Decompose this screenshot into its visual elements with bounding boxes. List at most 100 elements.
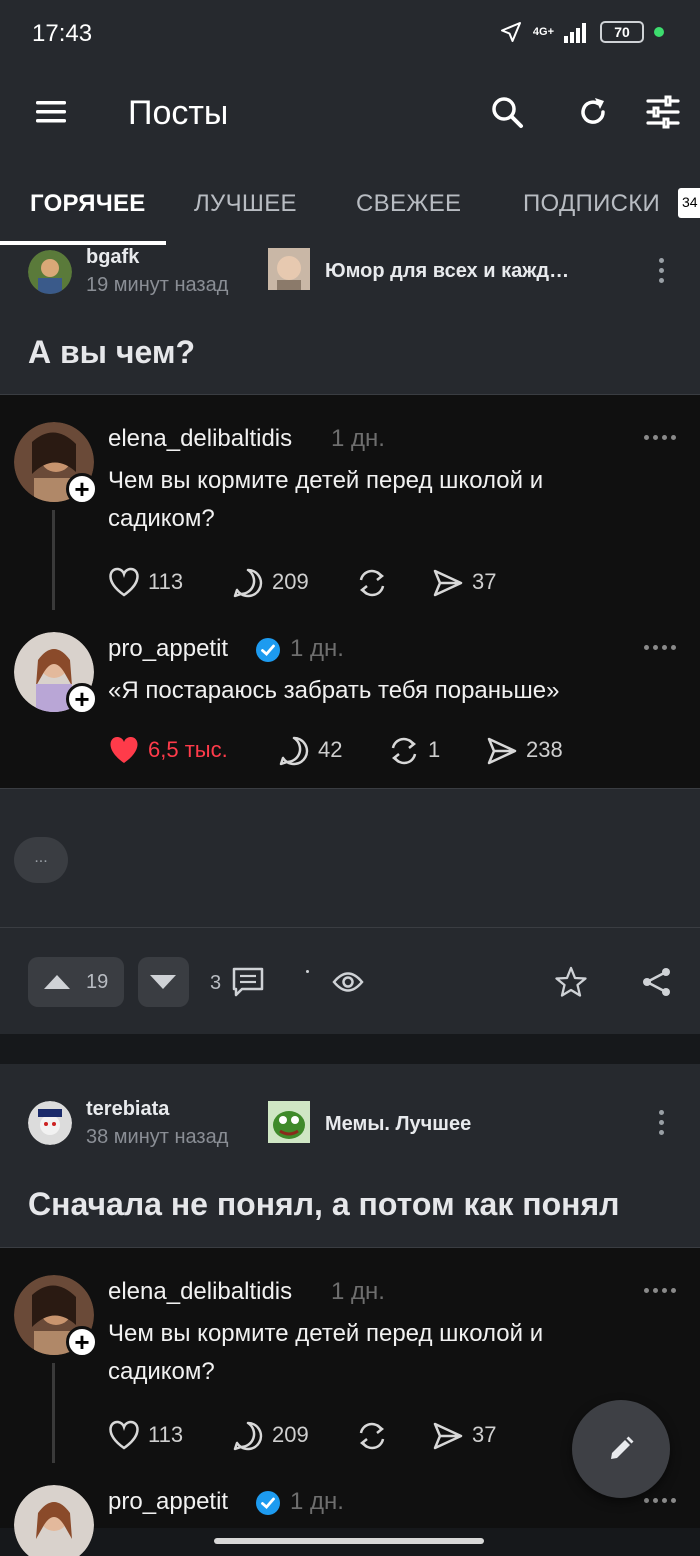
post-header: terebiata 38 минут назад Мемы. Лучшее Сн… [0, 1064, 700, 1247]
tab-fresh[interactable]: СВЕЖЕЕ [356, 190, 461, 218]
repost-count: 1 [428, 737, 441, 762]
thread-username: elena_delibaltidis [108, 1278, 293, 1305]
refresh-icon[interactable] [576, 95, 610, 129]
search-icon[interactable] [490, 95, 524, 129]
like-count: 113 [148, 1422, 184, 1447]
share-icon[interactable] [641, 966, 673, 998]
filter-sliders-icon[interactable] [646, 95, 680, 129]
eye-icon[interactable] [332, 971, 364, 993]
thread-more-icon [644, 1288, 676, 1293]
thread-time: 1 дн. [290, 635, 344, 662]
comment-icon [233, 1421, 263, 1451]
comments-count: 3 [210, 972, 222, 994]
share-send-icon [487, 737, 517, 765]
comment-icon [279, 736, 309, 766]
post-image[interactable]: + elena_delibaltidis 1 дн. Чем вы кормит… [0, 395, 700, 788]
heart-icon [109, 567, 139, 597]
post-more-menu[interactable] [659, 258, 664, 283]
status-icons: 4G+ 70 [499, 20, 664, 44]
heart-filled-icon [110, 736, 138, 763]
follow-plus-icon: + [66, 1326, 98, 1358]
user-avatar [14, 1485, 94, 1556]
tab-subscriptions[interactable]: ПОДПИСКИ [523, 190, 660, 218]
thread-line [52, 1363, 55, 1463]
post-more-area: ... [0, 789, 700, 927]
privacy-dot [654, 27, 664, 37]
post-title[interactable]: Сначала не понял, а потом как понял [28, 1186, 619, 1223]
star-icon[interactable] [555, 966, 587, 998]
share-count: 238 [526, 737, 563, 762]
comment-icon [233, 568, 263, 598]
battery-indicator: 70 [600, 21, 644, 43]
share-send-icon [433, 1422, 463, 1450]
comment-count: 209 [272, 569, 309, 594]
share-count: 37 [472, 569, 497, 594]
comment-count: 209 [272, 1422, 309, 1447]
downvote-button[interactable] [138, 957, 189, 1007]
author-avatar[interactable] [28, 1101, 72, 1145]
home-indicator[interactable] [214, 1538, 484, 1544]
post-time: 19 минут назад [86, 274, 229, 296]
signal-icon [564, 23, 586, 43]
repost-icon [359, 1422, 385, 1450]
thread-time: 1 дн. [290, 1488, 344, 1515]
post-author[interactable]: bgafk [86, 246, 139, 269]
thread-text: Чем вы кормите детей перед школой и сади… [108, 467, 544, 532]
thread-more-icon [644, 645, 676, 650]
follow-plus-icon: + [66, 473, 98, 505]
menu-icon[interactable] [36, 100, 66, 124]
post-actions-bar: 19 3 [0, 928, 700, 1034]
follow-plus-icon: + [66, 683, 98, 715]
post-header: bgafk 19 минут назад Юмор для всех и каж… [0, 246, 700, 394]
page-title: Посты [128, 94, 229, 132]
location-arrow-icon [500, 22, 521, 42]
thread-text: «Я постараюсь забрать тебя пораньше» [108, 677, 560, 704]
like-count: 6,5 тыс. [148, 737, 228, 762]
post-time: 38 минут назад [86, 1126, 229, 1148]
tab-badge: 34 [678, 188, 700, 218]
author-avatar[interactable] [28, 250, 72, 294]
community-avatar[interactable] [268, 1101, 310, 1143]
arrow-down-icon [150, 975, 176, 989]
thread-username: pro_appetit [108, 1488, 229, 1515]
expand-more-button[interactable]: ... [14, 837, 68, 883]
status-bar: 17:43 4G+ 70 [0, 0, 700, 70]
tab-hot[interactable]: ГОРЯЧЕЕ [30, 190, 146, 218]
upvote-button[interactable]: 19 [28, 957, 124, 1007]
heart-icon [109, 1420, 139, 1450]
repost-icon [391, 737, 417, 765]
thread-username: pro_appetit [108, 635, 229, 662]
share-send-icon [433, 569, 463, 597]
post-title[interactable]: А вы чем? [28, 334, 195, 371]
thread-username: elena_delibaltidis [108, 425, 293, 452]
post-more-menu[interactable] [659, 1110, 664, 1135]
status-time: 17:43 [32, 20, 93, 47]
comment-count: 42 [318, 737, 343, 762]
verified-badge-icon [256, 638, 280, 662]
tab-active-indicator [0, 241, 166, 245]
like-count: 113 [148, 569, 184, 594]
app-bar: Посты [0, 70, 700, 160]
thread-text: Чем вы кормите детей перед школой и сади… [108, 1320, 544, 1385]
arrow-up-icon [44, 975, 70, 989]
verified-badge-icon [256, 1491, 280, 1515]
community-name[interactable]: Мемы. Лучшее [325, 1113, 471, 1136]
feed-tabs: ГОРЯЧЕЕ ЛУЧШЕЕ СВЕЖЕЕ ПОДПИСКИ 34 [0, 160, 700, 246]
thread-more-icon [644, 435, 676, 440]
repost-icon [359, 569, 385, 597]
tab-best[interactable]: ЛУЧШЕЕ [194, 190, 297, 218]
thread-more-icon [644, 1498, 676, 1503]
thread-time: 1 дн. [331, 425, 385, 452]
create-post-button[interactable] [572, 1400, 670, 1498]
community-name[interactable]: Юмор для всех и кажд… [325, 260, 569, 283]
pencil-icon [611, 1436, 634, 1459]
comments-icon[interactable] [232, 967, 264, 997]
community-avatar[interactable] [268, 248, 310, 290]
rating-count: 19 [86, 971, 109, 993]
separator-dot [306, 970, 309, 973]
share-count: 37 [472, 1422, 497, 1447]
post-author[interactable]: terebiata [86, 1098, 169, 1121]
thread-time: 1 дн. [331, 1278, 385, 1305]
thread-line [52, 510, 55, 610]
network-type: 4G+ [532, 26, 554, 38]
